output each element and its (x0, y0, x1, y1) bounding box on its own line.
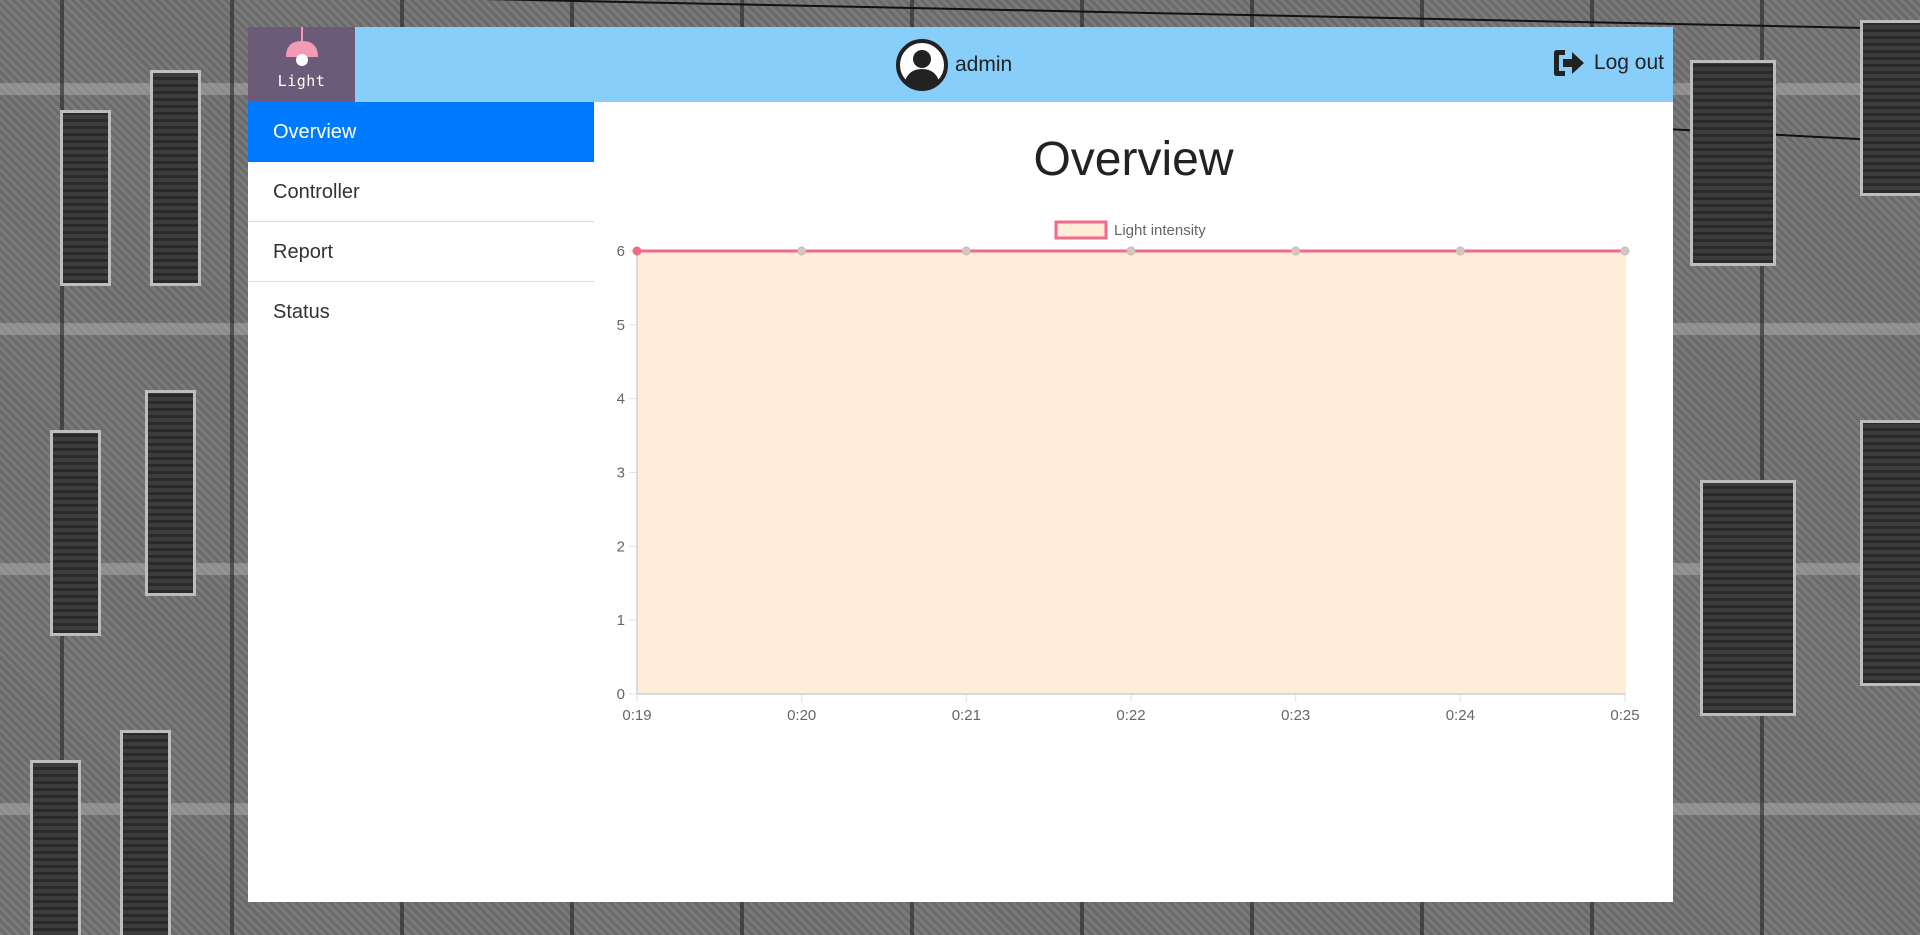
series-area (637, 251, 1625, 694)
x-tick-label: 0:20 (787, 707, 816, 724)
sidebar-item-label: Status (273, 301, 330, 323)
x-tick-label: 0:21 (952, 707, 981, 724)
y-tick-label: 1 (617, 612, 625, 629)
legend-label: Light intensity (1114, 222, 1206, 239)
sidebar-item-overview[interactable]: Overview (248, 102, 594, 162)
main-content: Overview 0 1 2 3 4 5 6 0:19 0:20 0:21 0:22 0:23 0:24… (594, 102, 1673, 902)
data-point (961, 246, 971, 256)
sidebar-item-report[interactable]: Report (248, 222, 594, 282)
sidebar-nav: Overview Controller Report Status (248, 102, 594, 342)
data-point (1126, 246, 1136, 256)
sidebar-item-controller[interactable]: Controller (248, 162, 594, 222)
app-window: Light admin Log out Overview Controller (248, 27, 1673, 902)
user-menu[interactable]: admin (896, 39, 1012, 91)
y-tick-label: 5 (617, 317, 625, 334)
top-bar: Light admin Log out (248, 27, 1673, 102)
sidebar-item-label: Controller (273, 181, 360, 203)
username-label: admin (955, 53, 1013, 76)
user-circle-icon (896, 39, 948, 91)
light-intensity-chart: 0 1 2 3 4 5 6 0:19 0:20 0:21 0:22 0:23 0:24 0:25 Light… (617, 220, 1640, 724)
data-point (1620, 246, 1630, 256)
y-tick-label: 4 (617, 391, 625, 408)
x-tick-label: 0:25 (1610, 707, 1639, 724)
sidebar-item-label: Report (273, 241, 334, 263)
sidebar-item-status[interactable]: Status (248, 282, 594, 342)
logout-label: Log out (1593, 51, 1664, 74)
y-tick-label: 6 (617, 243, 625, 260)
x-tick-label: 0:24 (1446, 707, 1475, 724)
y-tick-label: 2 (617, 538, 625, 555)
logout-button[interactable]: Log out (1552, 48, 1664, 78)
brand-label: Light (277, 72, 326, 90)
y-tick-label: 3 (617, 465, 625, 482)
y-tick-label: 0 (617, 686, 625, 703)
data-point (632, 246, 642, 256)
legend-swatch (1054, 220, 1108, 240)
x-tick-label: 0:19 (622, 707, 651, 724)
data-point (1291, 246, 1301, 256)
lamp-icon (286, 27, 318, 66)
data-point (797, 246, 807, 256)
data-point (1455, 246, 1465, 256)
x-tick-label: 0:23 (1281, 707, 1310, 724)
sign-out-icon (1553, 50, 1584, 76)
brand-logo[interactable]: Light (248, 27, 355, 102)
x-tick-label: 0:22 (1116, 707, 1145, 724)
sidebar-item-label: Overview (273, 121, 357, 143)
